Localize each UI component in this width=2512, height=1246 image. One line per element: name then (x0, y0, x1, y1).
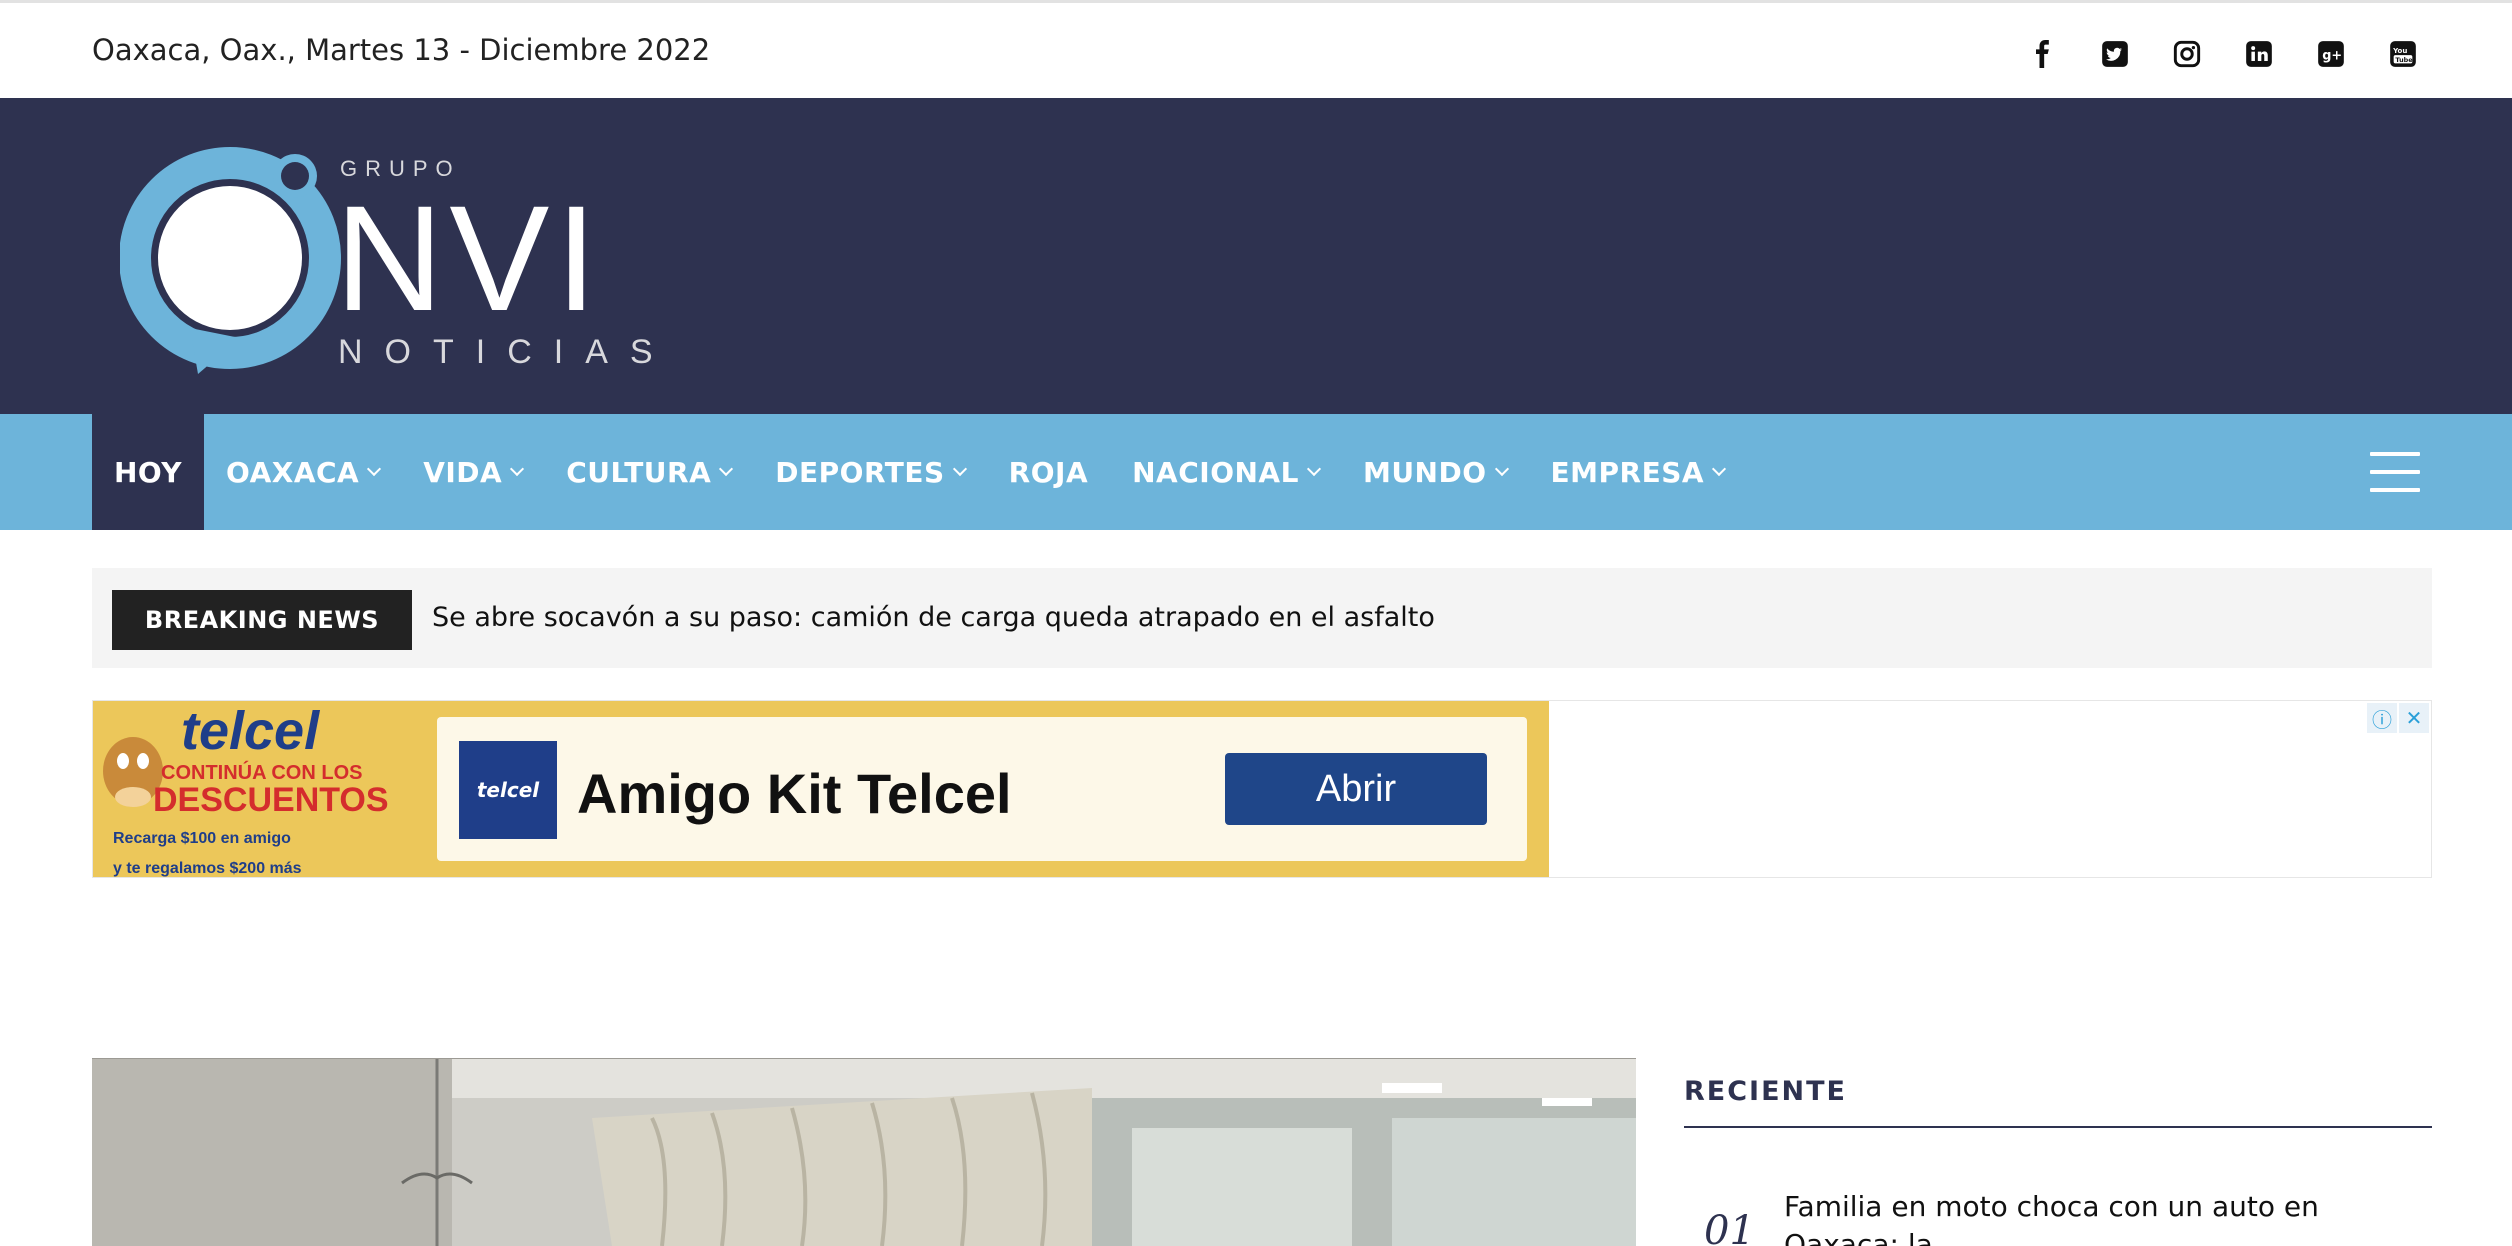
ad-card[interactable]: telcel Amigo Kit Telcel Abrir (437, 717, 1527, 861)
breaking-news-headline[interactable]: Se abre socavón a su paso: camión de car… (432, 602, 1435, 633)
ad-promo-line2: DESCUENTOS (153, 781, 389, 819)
chevron-down-icon (1306, 461, 1322, 477)
ad-title[interactable]: Amigo Kit Telcel (577, 761, 1012, 826)
ad-banner[interactable]: telcel CONTINÚA CON LOS DESCUENTOS Recar… (92, 700, 2432, 878)
recent-item-number: 01 (1704, 1208, 1755, 1246)
ad-open-button[interactable]: Abrir (1225, 753, 1487, 825)
current-date: Oaxaca, Oax., Martes 13 - Diciembre 2022 (92, 33, 711, 67)
hamburger-menu-icon[interactable] (2370, 452, 2420, 492)
nav-item-hoy[interactable]: HOY (92, 414, 205, 530)
ad-controls: ⓘ ✕ (2367, 703, 2429, 733)
nav-item-label: HOY (114, 455, 183, 489)
ad-promo-image: telcel CONTINÚA CON LOS DESCUENTOS Recar… (93, 701, 433, 877)
ad-info-icon[interactable]: ⓘ (2367, 703, 2397, 733)
ad-telcel-logo: telcel (459, 741, 557, 839)
ad-promo-brand: telcel (181, 701, 320, 761)
chevron-down-icon (367, 461, 382, 477)
nav-item-cultura[interactable]: CULTURA (544, 414, 753, 530)
site-header: GRUPO NVI NOTICIAS (0, 98, 2512, 414)
nav-items: HOY OAXACA VIDA CULTURA DEPORTES ROJA NACIONAL… (92, 414, 1746, 530)
nav-item-vida[interactable]: VIDA (401, 414, 544, 530)
nav-item-label: NACIONAL (1132, 455, 1299, 489)
google-plus-icon[interactable]: g+ (2314, 37, 2348, 71)
svg-text:g+: g+ (2322, 48, 2342, 63)
twitter-icon[interactable] (2098, 37, 2132, 71)
youtube-icon[interactable]: You Tube (2386, 37, 2420, 71)
nav-item-label: CULTURA (566, 455, 712, 489)
nav-item-nacional[interactable]: NACIONAL (1110, 414, 1341, 530)
featured-article-image[interactable] (92, 1058, 1636, 1246)
chevron-down-icon (1712, 461, 1727, 477)
nav-item-label: EMPRESA (1550, 455, 1705, 489)
top-bar: Oaxaca, Oax., Martes 13 - Diciembre 2022… (0, 0, 2512, 98)
ad-promo-line4: y te regalamos $200 más (113, 860, 302, 877)
chevron-down-icon (952, 461, 967, 477)
recent-item-title[interactable]: Familia en moto choca con un auto en Oax… (1784, 1188, 2434, 1246)
hospital-photo (92, 1058, 1636, 1246)
recent-sidebar: RECIENTE 01 Familia en moto choca con un… (1684, 1058, 2432, 1246)
logo-noticias: NOTICIAS (338, 333, 675, 371)
main-nav: HOY OAXACA VIDA CULTURA DEPORTES ROJA NACIONAL… (0, 414, 2512, 530)
chevron-down-icon (1494, 461, 1509, 477)
nav-item-empresa[interactable]: EMPRESA (1529, 414, 1747, 530)
nav-item-label: MUNDO (1362, 455, 1487, 489)
svg-text:You: You (2392, 47, 2407, 55)
recent-heading: RECIENTE (1684, 1058, 2432, 1128)
breaking-news-label: BREAKING NEWS (112, 590, 412, 650)
ad-close-icon[interactable]: ✕ (2399, 703, 2429, 733)
nav-item-label: ROJA (1008, 455, 1089, 489)
instagram-icon[interactable] (2170, 37, 2204, 71)
chevron-down-icon (510, 461, 525, 477)
svg-text:Tube: Tube (2395, 56, 2413, 64)
nav-item-label: VIDA (423, 455, 503, 489)
nav-item-deportes[interactable]: DEPORTES (753, 414, 986, 530)
chevron-down-icon (719, 461, 734, 477)
nav-item-roja[interactable]: ROJA (987, 414, 1110, 530)
nav-item-mundo[interactable]: MUNDO (1341, 414, 1529, 530)
logo-main: NVI (335, 174, 603, 342)
nav-item-label: OAXACA (226, 455, 360, 489)
facebook-icon[interactable] (2026, 37, 2060, 71)
breaking-news-bar: BREAKING NEWS Se abre socavón a su paso:… (92, 568, 2432, 668)
nav-item-oaxaca[interactable]: OAXACA (204, 414, 401, 530)
social-links: g+ You Tube (2026, 37, 2420, 71)
site-logo[interactable]: GRUPO NVI NOTICIAS (120, 138, 680, 378)
ad-promo-line3: Recarga $100 en amigo (113, 830, 291, 847)
linkedin-icon[interactable] (2242, 37, 2276, 71)
nav-item-label: DEPORTES (775, 455, 945, 489)
recent-item[interactable]: 01 Familia en moto choca con un auto en … (1684, 1188, 2432, 1246)
